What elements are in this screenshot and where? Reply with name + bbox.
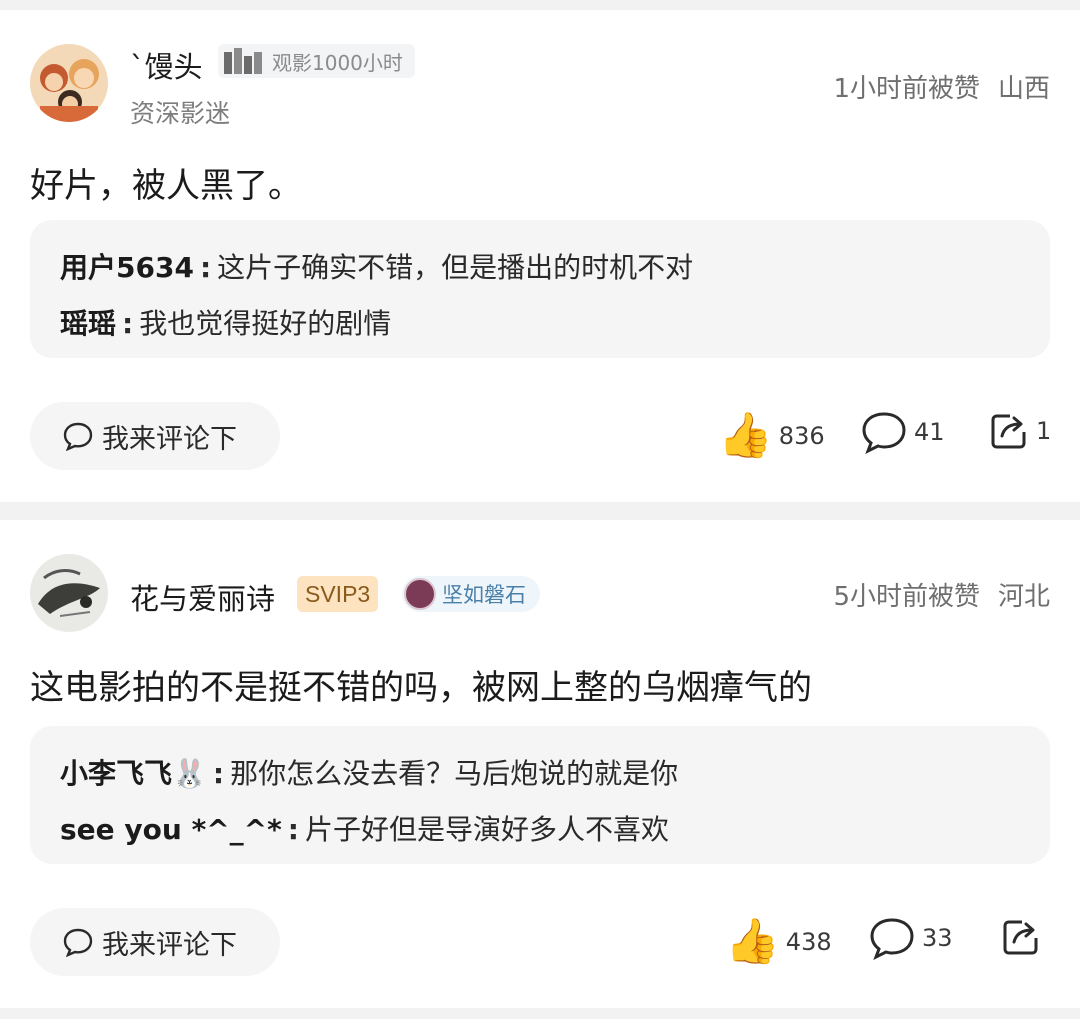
share-button[interactable]: 1 [988,410,1051,452]
username[interactable]: 花与爱丽诗 [130,576,275,618]
thumbs-up-icon: 👍 [718,410,773,461]
like-count: 836 [778,422,825,450]
reply-item[interactable]: see you *^_^*: 片子好但是导演好多人不喜欢 [60,808,669,848]
write-comment-button[interactable]: 我来评论下 [30,908,280,976]
watch-hours-text: 观影1000小时 [272,50,403,75]
comment-text: 好片，被人黑了。 [30,166,302,206]
like-button[interactable]: 👍 836 [718,410,825,462]
reply-text: 片子好但是导演好多人不喜欢 [304,813,669,846]
liked-time: 5小时前被赞 [833,582,980,612]
reply-item[interactable]: 用户5634: 这片子确实不错，但是播出的时机不对 [60,246,693,286]
liked-time: 1小时前被赞 [833,74,980,104]
share-arrow-icon [991,414,1026,449]
reply-author[interactable]: 小李飞飞🐰 [60,757,207,790]
write-comment-label: 我来评论下 [102,423,237,455]
reply-author[interactable]: 瑶瑶 [60,307,116,340]
svip-badge[interactable]: SVIP3 [297,576,379,612]
write-comment-button[interactable]: 我来评论下 [30,402,280,470]
speech-bubble-icon [63,422,93,451]
watch-hours-badge[interactable]: 观影1000小时 [218,44,415,78]
avatar[interactable] [30,44,108,122]
reply-author[interactable]: see you *^_^* [60,813,282,846]
liked-meta: 1小时前被赞 山西 [833,68,1050,105]
fan-badge-text: 坚如磐石 [442,583,526,607]
avatar[interactable] [30,554,108,632]
film-badge-icon [224,48,262,74]
location: 河北 [997,582,1050,612]
reply-text: 我也觉得挺好的剧情 [139,307,392,340]
share-button[interactable] [1000,916,1042,958]
write-comment-label: 我来评论下 [102,929,237,961]
thumbs-up-icon: 👍 [725,916,780,967]
reply-item[interactable]: 小李飞飞🐰: 那你怎么没去看？马后炮说的就是你 [60,752,678,792]
reply-count-button[interactable]: 41 [860,410,945,454]
reply-text: 这片子确实不错，但是播出的时机不对 [217,251,694,284]
reply-author[interactable]: 用户5634 [60,251,194,284]
share-count: 1 [1036,417,1052,445]
comment-text: 这电影拍的不是挺不错的吗，被网上整的乌烟瘴气的 [30,668,812,708]
reply-preview[interactable]: 用户5634: 这片子确实不错，但是播出的时机不对 瑶瑶: 我也觉得挺好的剧情 [30,220,1050,358]
reply-text: 那你怎么没去看？马后炮说的就是你 [230,757,679,790]
fan-badge[interactable]: 坚如磐石 [402,576,540,612]
speech-bubble-icon [862,412,906,454]
comment-card: 花与爱丽诗 SVIP3 坚如磐石 5小时前被赞 河北 这电影拍的不是挺不错的吗，被… [0,520,1080,1008]
reply-count-button[interactable]: 33 [868,916,953,960]
like-button[interactable]: 👍 438 [725,916,832,968]
like-count: 438 [785,928,832,956]
location: 山西 [997,74,1050,104]
liked-meta: 5小时前被赞 河北 [833,576,1050,613]
reply-count: 41 [914,418,945,446]
reply-preview[interactable]: 小李飞飞🐰: 那你怎么没去看？马后炮说的就是你 see you *^_^*: 片子好… [30,726,1050,864]
speech-bubble-icon [63,928,93,957]
speech-bubble-icon [870,918,914,960]
share-arrow-icon [1003,920,1038,955]
user-title: 资深影迷 [130,99,231,128]
username[interactable]: `馒头 [130,44,203,86]
reply-item[interactable]: 瑶瑶: 我也觉得挺好的剧情 [60,302,391,342]
badge-avatar-icon [404,578,436,610]
reply-count: 33 [922,924,953,952]
comment-card: `馒头 观影1000小时 资深影迷 1小时前被赞 山西 好片，被人黑了。 用户56… [0,10,1080,502]
